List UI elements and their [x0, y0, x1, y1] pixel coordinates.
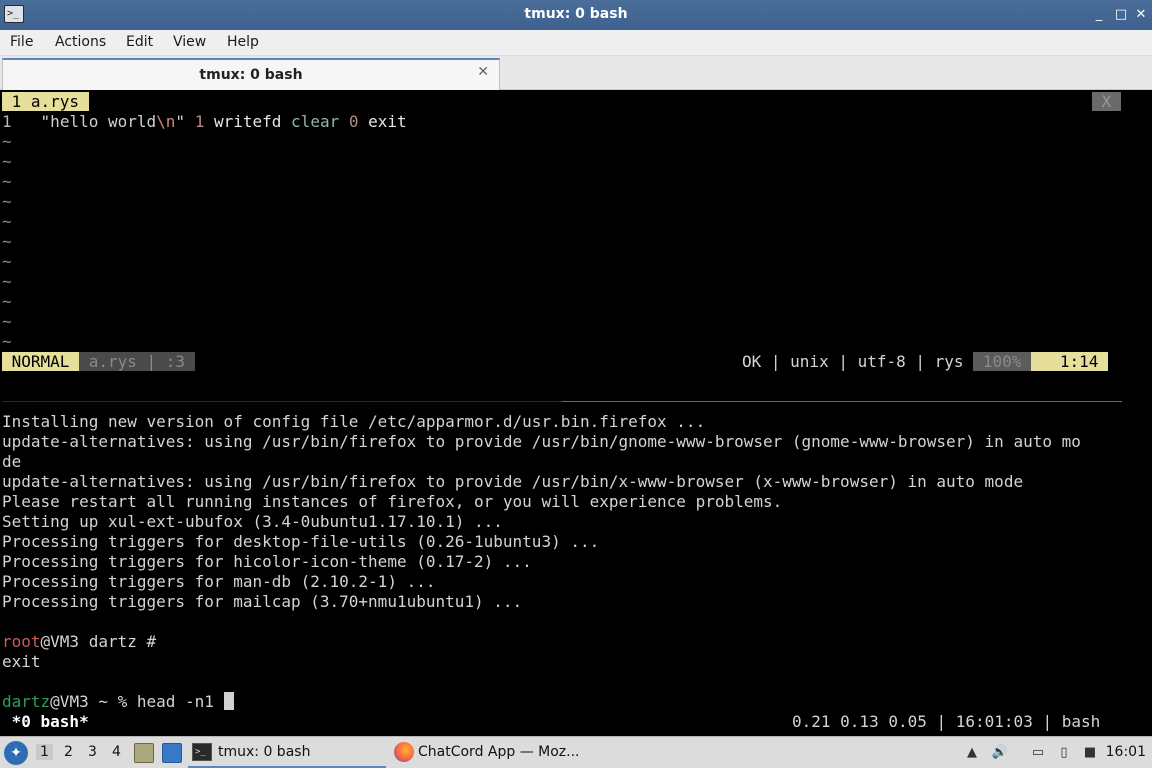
tab-bar: tmux: 0 bash ✕: [0, 56, 1152, 90]
tmux-window-label[interactable]: *0 bash*: [2, 712, 89, 732]
menu-bar: File Actions Edit View Help: [0, 30, 1152, 56]
task-label: ChatCord App — Moz...: [418, 744, 580, 760]
taskbar: ✦ 1 2 3 4 >_ tmux: 0 bash ChatCord App —…: [0, 736, 1152, 768]
vim-tilde: ~: [2, 272, 12, 291]
shell-output-line: Processing triggers for hicolor-icon-the…: [2, 552, 532, 571]
code-zero: 0: [348, 112, 359, 131]
shell-output-line: Processing triggers for desktop-file-uti…: [2, 532, 600, 551]
vim-tilde: ~: [2, 172, 12, 191]
menu-view[interactable]: View: [173, 34, 206, 50]
shell-output-line: de: [2, 452, 22, 471]
tmux-pane-divider[interactable]: [2, 401, 1122, 402]
tab-close-icon[interactable]: ✕: [477, 64, 489, 80]
maximize-button[interactable]: □: [1112, 6, 1130, 24]
prompt-user: dartz: [2, 692, 51, 711]
code-clear: clear: [291, 112, 340, 131]
vim-mode: NORMAL: [2, 352, 80, 371]
code-string-close: ": [175, 112, 186, 131]
shell-output-line: Setting up xul-ext-ubufox (3.4-0ubuntu1.…: [2, 512, 503, 531]
vim-tilde: ~: [2, 252, 12, 271]
tab-label: tmux: 0 bash: [199, 67, 303, 83]
workspace-3[interactable]: 3: [88, 744, 97, 760]
vim-tilde: ~: [2, 132, 12, 151]
tmux-status-right: 0.21 0.13 0.05 | 16:01:03 | bash: [792, 712, 1101, 731]
vim-tilde: ~: [2, 192, 12, 211]
menu-file[interactable]: File: [10, 34, 33, 50]
task-tmux[interactable]: >_ tmux: 0 bash: [188, 737, 386, 768]
prompt-command: @VM3 ~ % head -n1: [50, 692, 224, 711]
vim-tilde: ~: [2, 292, 12, 311]
window-titlebar: >_ tmux: 0 bash _ □ ✕: [0, 0, 1152, 30]
menu-help[interactable]: Help: [227, 34, 259, 50]
clipboard-icon[interactable]: ▯: [1054, 743, 1074, 763]
workspace-4[interactable]: 4: [112, 744, 121, 760]
terminal-icon: >_: [192, 743, 212, 761]
tab-tmux[interactable]: tmux: 0 bash ✕: [2, 58, 500, 90]
volume-icon[interactable]: 🔊: [990, 743, 1010, 763]
firefox-icon: [394, 742, 414, 762]
vim-percent: 100%: [973, 352, 1031, 371]
code-number: 1: [194, 112, 205, 131]
code-writefd: writefd: [213, 112, 282, 131]
vim-status-info: OK | unix | utf-8 | rys: [742, 352, 974, 371]
shell-output-line: Processing triggers for man-db (2.10.2-1…: [2, 572, 436, 591]
workspace-2[interactable]: 2: [64, 744, 73, 760]
exit-line: exit: [2, 652, 41, 671]
network-icon[interactable]: ▲: [962, 743, 982, 763]
vim-filename: a.rys: [79, 352, 147, 371]
task-label: tmux: 0 bash: [218, 744, 311, 760]
vim-tilde: ~: [2, 212, 12, 231]
vim-tabline: 1 a.rys: [2, 92, 89, 112]
vim-cursor-position: 1:14: [1030, 352, 1109, 371]
code-escape: \n: [156, 112, 176, 131]
notification-icon[interactable]: ■: [1080, 743, 1100, 763]
menu-edit[interactable]: Edit: [126, 34, 153, 50]
shell-output-line: Installing new version of config file /e…: [2, 412, 706, 431]
vim-cmd: :3: [156, 352, 195, 371]
shell-output-line: update-alternatives: using /usr/bin/fire…: [2, 472, 1024, 491]
terminal-area[interactable]: 1 a.rys X 1 "hello world\n" 1 writefd cl…: [0, 90, 1152, 736]
vim-tilde: ~: [2, 332, 12, 351]
code-string: "hello world: [40, 112, 157, 131]
close-button[interactable]: ✕: [1132, 6, 1150, 24]
vim-buffer-tab[interactable]: 1 a.rys: [2, 92, 89, 111]
start-menu-icon[interactable]: ✦: [4, 741, 28, 765]
line-number: 1: [2, 112, 12, 131]
vim-tilde: ~: [2, 152, 12, 171]
code-exit: exit: [368, 112, 407, 131]
monitor-icon[interactable]: ▭: [1028, 743, 1048, 763]
minimize-button[interactable]: _: [1090, 6, 1108, 24]
root-prompt-line: root@VM3 dartz #: [2, 632, 156, 652]
menu-actions[interactable]: Actions: [55, 34, 106, 50]
window-title: tmux: 0 bash: [524, 6, 628, 22]
shell-output-line: Processing triggers for mailcap (3.70+nm…: [2, 592, 523, 611]
prompt-root-user: root: [2, 632, 41, 651]
clock[interactable]: 16:01: [1106, 744, 1146, 760]
vim-close-tab[interactable]: X: [1092, 92, 1121, 112]
task-firefox[interactable]: ChatCord App — Moz...: [392, 737, 592, 768]
shell-output-line: update-alternatives: using /usr/bin/fire…: [2, 432, 1081, 451]
current-prompt-line[interactable]: dartz@VM3 ~ % head -n1: [2, 692, 234, 712]
vim-tilde: ~: [2, 232, 12, 251]
text-cursor: [223, 692, 234, 710]
vim-tilde: ~: [2, 312, 12, 331]
vim-statusline: NORMAL a.rys | :3: [2, 352, 195, 371]
workspace-1[interactable]: 1: [36, 744, 53, 760]
vim-code-line: 1 "hello world\n" 1 writefd clear 0 exit: [2, 112, 407, 132]
shell-output-line: Please restart all running instances of …: [2, 492, 783, 511]
show-desktop-icon[interactable]: [162, 743, 182, 763]
vim-status-right: OK | unix | utf-8 | rys 100% 1:14: [742, 352, 1109, 372]
file-manager-icon[interactable]: [134, 743, 154, 763]
prompt-root-rest: @VM3 dartz #: [40, 632, 157, 651]
